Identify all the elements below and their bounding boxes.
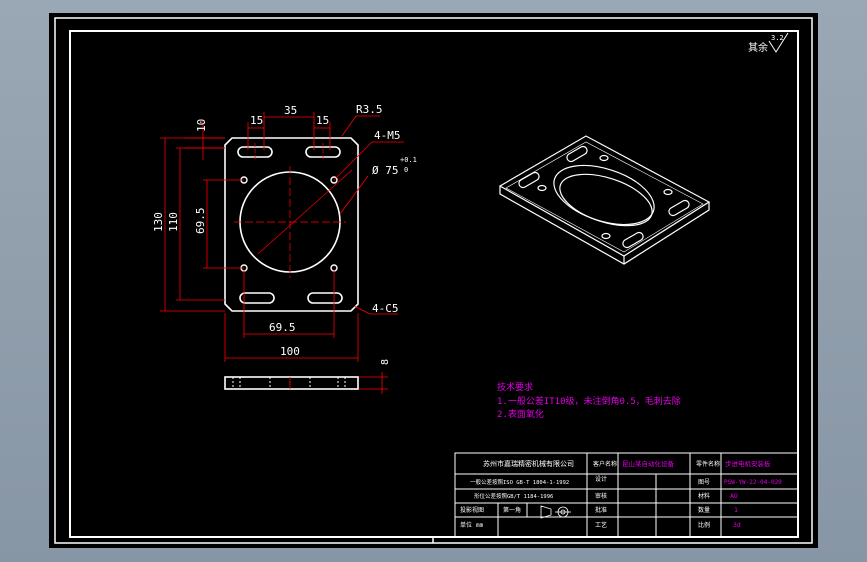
dim-69-5-vertical: 69.5	[194, 208, 207, 235]
tb-row-design: 设计	[595, 475, 607, 483]
tb-unit-label: 单位	[460, 521, 472, 529]
roughness-value: 3.2	[771, 34, 784, 42]
tb-row-approve: 批准	[595, 506, 607, 514]
tb-drawing-no-label: 图号	[698, 479, 710, 486]
tb-standard-2: 形位公差按照GB/T 1184-1996	[474, 492, 553, 500]
tb-scale-value: 3d	[733, 521, 741, 529]
dim-35: 35	[284, 104, 297, 117]
tb-material-value: AO	[730, 492, 738, 500]
tb-qty-label: 数量	[698, 506, 710, 514]
tb-part-name-value: 步进电机安装板	[725, 459, 771, 468]
tb-drawing-no-value: PSW-YW-22-04-020	[724, 479, 782, 486]
roughness-label: 其余	[748, 41, 768, 54]
dim-bore-tol-lower: 0	[404, 166, 408, 174]
dim-15-left: 15	[250, 114, 263, 127]
dim-bore-tol-upper: +0.1	[400, 156, 417, 164]
notes-line-2: 2.表面氧化	[497, 408, 544, 420]
dim-radius: R3.5	[356, 103, 383, 116]
tb-customer-value: 昆山某自动化设备	[622, 459, 675, 468]
tb-company: 苏州市嘉瑞精密机械有限公司	[483, 459, 574, 468]
tb-projection-label: 投影视图	[460, 506, 484, 514]
dim-130: 130	[152, 212, 165, 232]
tb-row-check: 审核	[595, 492, 607, 500]
dim-69-5-horizontal: 69.5	[269, 321, 296, 334]
dim-holes: 4-M5	[374, 129, 401, 142]
tb-unit-value: mm	[476, 522, 484, 529]
dim-thickness: 8	[380, 359, 391, 365]
tb-customer-label: 客户名称	[593, 460, 617, 468]
tb-standard-1: 一般公差按照ISO GB-T 1804-1-1992	[470, 478, 569, 486]
dim-110: 110	[167, 212, 180, 232]
tb-qty-value: 1	[734, 506, 738, 514]
tb-scale-label: 比例	[698, 521, 710, 529]
drawing-viewport[interactable]: 其余 3.2 10 15 35 15 R3.5 4-M5 Ø 75 +0.1 0…	[0, 0, 867, 562]
dim-bore: Ø 75	[372, 164, 399, 177]
notes-title: 技术要求	[497, 381, 533, 393]
tb-sheet-text: 第一角	[503, 506, 521, 514]
dim-15-right: 15	[316, 114, 329, 127]
tb-part-name-label: 零件名称	[696, 460, 720, 468]
notes-line-1: 1.一般公差IT10级，未注倒角0.5，毛刺去除	[497, 395, 681, 407]
dim-100: 100	[280, 345, 300, 358]
dim-top-10: 10	[195, 119, 208, 132]
dim-chamfer: 4-C5	[372, 302, 399, 315]
tb-row-process: 工艺	[595, 521, 607, 529]
tb-material-label: 材料	[698, 492, 710, 500]
